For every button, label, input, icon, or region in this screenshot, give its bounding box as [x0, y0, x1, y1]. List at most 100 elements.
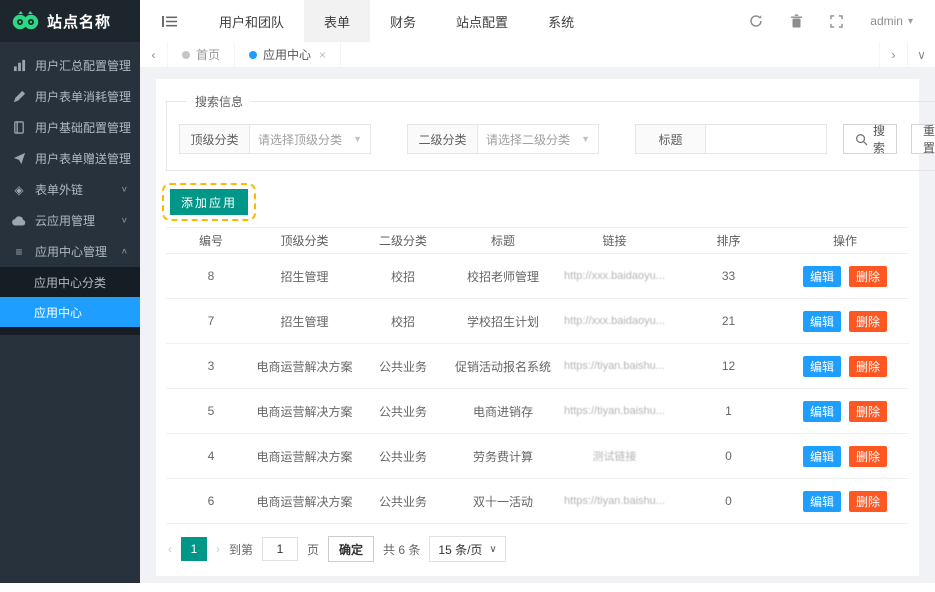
sidebar-item-app-center-mgmt[interactable]: ≡ 应用中心管理 ∧ — [0, 236, 140, 267]
cell-sort: 1 — [676, 404, 781, 418]
chevron-down-icon: ▾ — [908, 16, 913, 27]
sidebar-item-user-summary[interactable]: 用户汇总配置管理 — [0, 50, 140, 81]
tabs-menu-icon[interactable]: ∨ — [907, 42, 935, 67]
sidebar-item-base-config[interactable]: 用户基础配置管理 — [0, 112, 140, 143]
sidebar-item-form-gift[interactable]: 用户表单赠送管理 — [0, 143, 140, 174]
cell-top-category: 电商运营解决方案 — [256, 448, 353, 465]
cell-sort: 0 — [676, 494, 781, 508]
refresh-icon[interactable] — [749, 14, 763, 28]
cell-id: 3 — [166, 359, 256, 373]
sidebar-item-label: 用户表单赠送管理 — [35, 150, 131, 167]
prev-page-icon[interactable]: ‹ — [168, 542, 172, 556]
cell-link: https://tiyan.baishu... — [553, 360, 676, 372]
edit-button[interactable]: 编辑 — [803, 401, 841, 422]
page-size-value: 15 条/页 — [438, 541, 482, 558]
tab-home[interactable]: 首页 — [168, 42, 235, 67]
sidebar-item-app-center-category[interactable]: 应用中心分类 — [0, 267, 140, 297]
send-icon — [12, 152, 26, 165]
chevron-down-icon: ▼ — [581, 134, 590, 144]
nav-label: 财务 — [390, 12, 416, 31]
second-category-select[interactable]: 请选择二级分类 ▼ — [478, 125, 598, 153]
nav-item-site-config[interactable]: 站点配置 — [436, 0, 528, 42]
nav-item-finance[interactable]: 财务 — [370, 0, 436, 42]
table-row: 7 招生管理 校招 学校招生计划 http://xxx.baidaoyu... … — [166, 299, 909, 344]
title-input[interactable] — [706, 125, 826, 153]
tabs-scroll-right-icon[interactable]: › — [879, 42, 907, 67]
cell-top-category: 招生管理 — [256, 313, 353, 330]
chevron-down-icon: ∨ — [121, 216, 128, 225]
close-tab-icon[interactable]: × — [319, 48, 326, 62]
user-menu[interactable]: admin ▾ — [870, 14, 913, 28]
chevron-up-icon: ∧ — [121, 247, 128, 256]
row-actions: 编辑 删除 — [781, 446, 909, 467]
cell-id: 8 — [166, 269, 256, 283]
top-category-label: 顶级分类 — [180, 125, 250, 153]
fullscreen-icon[interactable] — [830, 15, 843, 28]
goto-page-input[interactable] — [262, 537, 298, 561]
cell-top-category: 招生管理 — [256, 268, 353, 285]
nav-item-system[interactable]: 系统 — [528, 0, 594, 42]
diamond-icon: ◈ — [12, 183, 26, 197]
page-size-select[interactable]: 15 条/页 ∨ — [429, 536, 505, 562]
cell-sort: 33 — [676, 269, 781, 283]
sidebar-item-app-center[interactable]: 应用中心 — [0, 297, 140, 327]
sidebar-item-label: 表单外链 — [35, 181, 112, 198]
cell-title: 劳务费计算 — [453, 448, 553, 465]
edit-button[interactable]: 编辑 — [803, 311, 841, 332]
cell-sort: 0 — [676, 449, 781, 463]
second-category-label: 二级分类 — [408, 125, 478, 153]
page-tabbar: ‹ 首页 应用中心 × › ∨ — [140, 42, 935, 68]
current-page-button[interactable]: 1 — [181, 537, 207, 561]
nav-label: 系统 — [548, 12, 574, 31]
next-page-icon[interactable]: › — [216, 542, 220, 556]
tabs-scroll-left-icon[interactable]: ‹ — [140, 42, 168, 67]
sidebar-item-cloud-apps[interactable]: 云应用管理 ∨ — [0, 205, 140, 236]
table-row: 3 电商运营解决方案 公共业务 促销活动报名系统 https://tiyan.b… — [166, 344, 909, 389]
trash-icon[interactable] — [790, 14, 803, 28]
sidebar-item-form-links[interactable]: ◈ 表单外链 ∨ — [0, 174, 140, 205]
edit-button[interactable]: 编辑 — [803, 266, 841, 287]
apps-table: 编号 顶级分类 二级分类 标题 链接 排序 操作 8 招生管理 校招 校招老师管… — [166, 227, 909, 524]
delete-button[interactable]: 删除 — [849, 356, 887, 377]
submenu-item-label: 应用中心 — [34, 304, 82, 321]
cell-sort: 21 — [676, 314, 781, 328]
cell-link: http://xxx.baidaoyu... — [553, 315, 676, 327]
confirm-page-button[interactable]: 确定 — [328, 536, 374, 562]
add-app-button[interactable]: 添加应用 — [170, 189, 248, 215]
nav-item-users-teams[interactable]: 用户和团队 — [199, 0, 304, 42]
tab-app-center[interactable]: 应用中心 × — [235, 42, 341, 67]
edit-button[interactable]: 编辑 — [803, 356, 841, 377]
search-button-label: 搜 索 — [873, 122, 885, 156]
edit-button[interactable]: 编辑 — [803, 446, 841, 467]
title-group: 标题 — [635, 124, 827, 154]
top-category-select[interactable]: 请选择顶级分类 ▼ — [250, 125, 370, 153]
search-panel-title: 搜索信息 — [187, 93, 251, 110]
search-button[interactable]: 搜 索 — [843, 124, 897, 154]
sidebar-menu: 用户汇总配置管理 用户表单消耗管理 用户基础配置管理 用户表单赠送管理 — [0, 42, 140, 335]
cell-second-category: 公共业务 — [353, 403, 453, 420]
delete-button[interactable]: 删除 — [849, 491, 887, 512]
cell-title: 学校招生计划 — [453, 313, 553, 330]
sidebar-item-form-consume[interactable]: 用户表单消耗管理 — [0, 81, 140, 112]
col-header-actions: 操作 — [781, 232, 909, 249]
collapse-sidebar-icon[interactable] — [140, 15, 199, 28]
nav-label: 表单 — [324, 12, 350, 31]
chevron-down-icon: ▼ — [353, 134, 362, 144]
tab-label: 首页 — [196, 46, 220, 63]
delete-button[interactable]: 删除 — [849, 401, 887, 422]
book-icon — [12, 121, 26, 134]
reset-button[interactable]: 重置 — [911, 124, 935, 154]
nav-item-forms[interactable]: 表单 — [304, 0, 370, 42]
delete-button[interactable]: 删除 — [849, 446, 887, 467]
top-category-group: 顶级分类 请选择顶级分类 ▼ — [179, 124, 371, 154]
edit-button[interactable]: 编辑 — [803, 491, 841, 512]
table-header-row: 编号 顶级分类 二级分类 标题 链接 排序 操作 — [166, 228, 909, 254]
cell-id: 5 — [166, 404, 256, 418]
delete-button[interactable]: 删除 — [849, 266, 887, 287]
second-category-placeholder: 请选择二级分类 — [486, 131, 570, 148]
list-icon: ≡ — [12, 245, 26, 259]
cell-id: 7 — [166, 314, 256, 328]
cell-second-category: 校招 — [353, 313, 453, 330]
delete-button[interactable]: 删除 — [849, 311, 887, 332]
sidebar-item-label: 用户表单消耗管理 — [35, 88, 131, 105]
